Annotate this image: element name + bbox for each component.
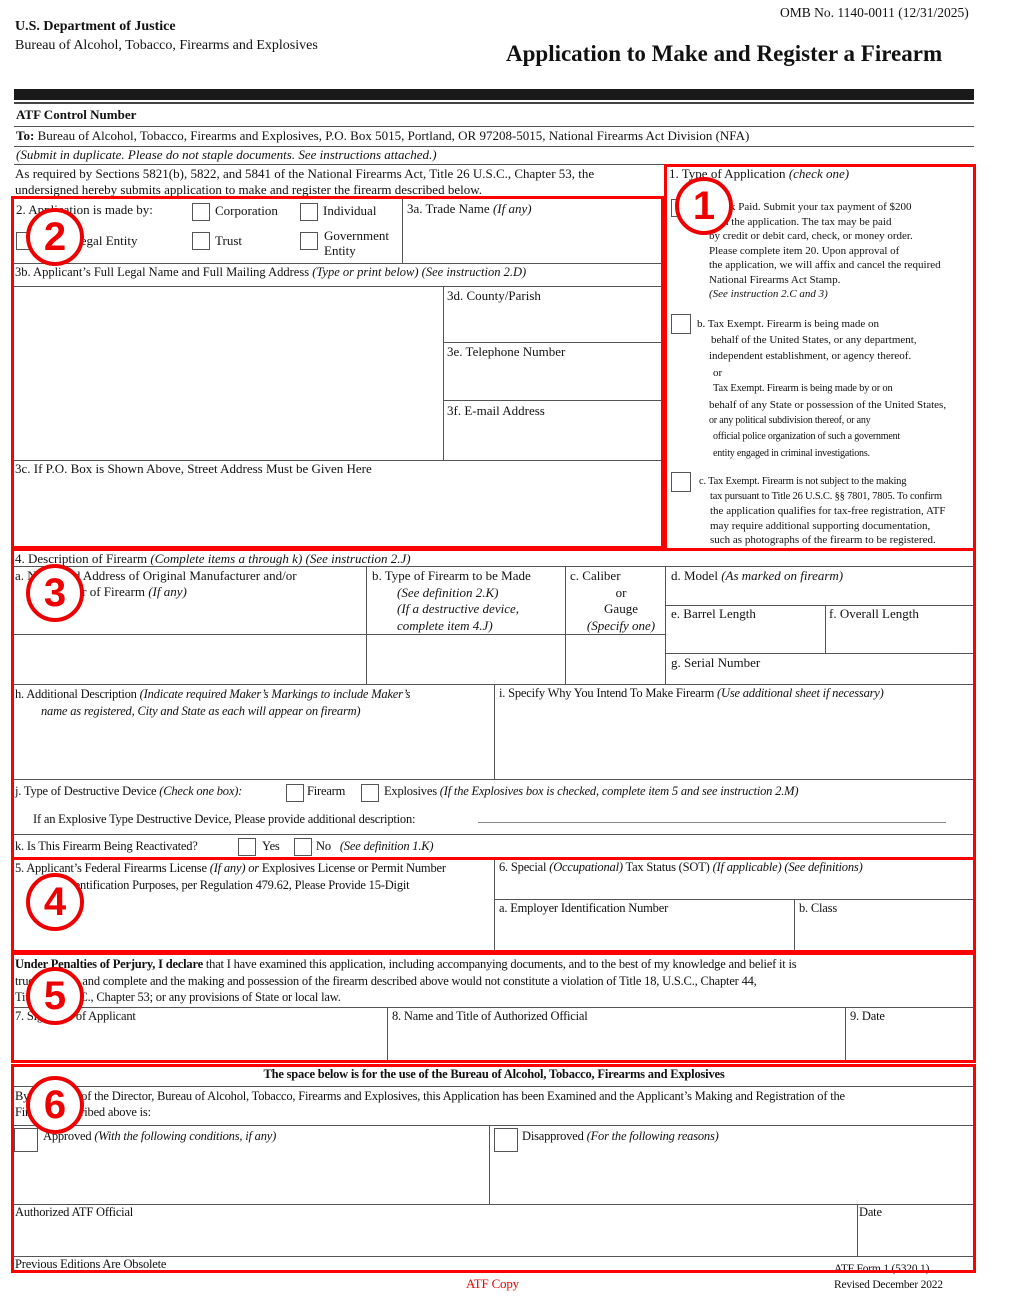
full-name-address-label: 3b. Applicant’s Full Legal Name and Full… bbox=[15, 265, 527, 279]
county-parish-label: 3d. County/Parish bbox=[447, 288, 541, 303]
overall-length-label: f. Overall Length bbox=[829, 606, 919, 621]
annotation-badge-5: 5 bbox=[26, 967, 84, 1025]
authorized-official-label: Authorized ATF Official bbox=[15, 1205, 134, 1219]
reactivated-no-checkbox[interactable] bbox=[294, 838, 312, 856]
firearm-type-input[interactable] bbox=[369, 637, 563, 682]
email-label: 3f. E-mail Address bbox=[447, 403, 545, 418]
tax-exempt-not-subject-checkbox[interactable] bbox=[671, 472, 691, 492]
government-entity-checkbox[interactable] bbox=[300, 232, 318, 250]
required-line-2: undersigned hereby submits application t… bbox=[15, 182, 483, 197]
submit-note: (Submit in duplicate. Please do not stap… bbox=[16, 147, 437, 162]
trust-label: Trust bbox=[215, 233, 242, 248]
model-input[interactable] bbox=[668, 585, 970, 603]
obsolete-note: Previous Editions Are Obsolete bbox=[15, 1257, 167, 1271]
date-input[interactable] bbox=[848, 1026, 972, 1060]
annotation-badge-4: 4 bbox=[26, 873, 84, 931]
full-name-address-input[interactable] bbox=[16, 290, 440, 455]
explosive-description-label: If an Explosive Type Destructive Device,… bbox=[33, 812, 416, 826]
explosive-description-input[interactable] bbox=[478, 822, 946, 823]
email-input[interactable] bbox=[446, 420, 660, 458]
perjury-statement: Under Penalties of Perjury, I declare th… bbox=[15, 957, 797, 1004]
atf-use-header: The space below is for the use of the Bu… bbox=[263, 1067, 725, 1081]
ein-label: a. Employer Identification Number bbox=[499, 901, 669, 915]
telephone-label: 3e. Telephone Number bbox=[447, 344, 566, 359]
atf-date-label: Date bbox=[859, 1205, 882, 1219]
county-parish-input[interactable] bbox=[446, 306, 660, 340]
reactivated-label: k. Is This Firearm Being Reactivated? bbox=[15, 839, 198, 853]
tax-paid-text: a. Tax Paid. Submit your tax payment of … bbox=[709, 201, 941, 300]
license-input[interactable] bbox=[16, 896, 492, 946]
destructive-explosives-checkbox[interactable] bbox=[361, 784, 379, 802]
destructive-device-label: j. Type of Destructive Device (Check one… bbox=[15, 784, 243, 798]
to-text: Bureau of Alcohol, Tobacco, Firearms and… bbox=[37, 128, 750, 143]
tax-exempt-us-text: b. Tax Exempt. Firearm is being made on … bbox=[697, 318, 947, 459]
reactivated-no-label: No (See definition 1.K) bbox=[316, 839, 434, 853]
street-address-input[interactable] bbox=[16, 478, 660, 546]
trust-checkbox[interactable] bbox=[192, 232, 210, 250]
street-address-label: 3c. If P.O. Box is Shown Above, Street A… bbox=[15, 461, 372, 476]
reactivated-yes-checkbox[interactable] bbox=[238, 838, 256, 856]
atf-copy-label: ATF Copy bbox=[466, 1276, 519, 1291]
tax-exempt-us-checkbox[interactable] bbox=[671, 314, 691, 334]
annotation-badge-1: 1 bbox=[675, 177, 733, 235]
atf-authority-text: By Authority of the Director, Bureau of … bbox=[15, 1089, 845, 1119]
corporation-checkbox[interactable] bbox=[192, 203, 210, 221]
reason-label: i. Specify Why You Intend To Make Firear… bbox=[499, 686, 884, 700]
reactivated-yes-label: Yes bbox=[262, 839, 280, 853]
disapproved-label: Disapproved (For the following reasons) bbox=[522, 1129, 719, 1143]
class-label: b. Class bbox=[799, 901, 837, 915]
annotation-badge-6: 6 bbox=[26, 1076, 84, 1134]
individual-label: Individual bbox=[323, 203, 377, 218]
barrel-length-label: e. Barrel Length bbox=[671, 606, 756, 621]
serial-number-input[interactable] bbox=[760, 656, 970, 682]
additional-description-input[interactable] bbox=[16, 722, 492, 776]
class-input[interactable] bbox=[797, 918, 971, 948]
approved-checkbox[interactable] bbox=[14, 1128, 38, 1152]
caliber-gauge-label: c. Caliber or Gauge (Specify one) bbox=[570, 568, 656, 633]
barrel-length-input[interactable] bbox=[668, 624, 823, 652]
department-name: U.S. Department of Justice bbox=[15, 19, 176, 34]
form-title: Application to Make and Register a Firea… bbox=[506, 41, 943, 66]
trade-name-input[interactable] bbox=[404, 220, 660, 260]
date-label: 9. Date bbox=[850, 1009, 885, 1023]
required-line-1: As required by Sections 5821(b), 5822, a… bbox=[15, 166, 595, 181]
sot-label: 6. Special (Occupational) Tax Status (SO… bbox=[499, 860, 863, 874]
annotation-badge-2: 2 bbox=[26, 208, 84, 266]
ein-input[interactable] bbox=[497, 918, 792, 948]
trade-name-label: 3a. Trade Name (If any) bbox=[407, 201, 532, 216]
serial-number-label: g. Serial Number bbox=[671, 655, 761, 670]
approved-label: Approved (With the following conditions,… bbox=[43, 1129, 277, 1143]
header-bar bbox=[14, 89, 974, 100]
official-name-label: 8. Name and Title of Authorized Official bbox=[392, 1009, 588, 1023]
bureau-name: Bureau of Alcohol, Tobacco, Firearms and… bbox=[15, 38, 318, 53]
overall-length-input[interactable] bbox=[828, 624, 970, 652]
revised-date: Revised December 2022 bbox=[834, 1279, 943, 1291]
annotation-badge-3: 3 bbox=[26, 564, 84, 622]
omb-number: OMB No. 1140-0011 (12/31/2025) bbox=[780, 5, 969, 20]
government-entity-label: Government Entity bbox=[324, 228, 389, 258]
manufacturer-input[interactable] bbox=[16, 637, 364, 682]
disapproved-checkbox[interactable] bbox=[494, 1128, 518, 1152]
header-rule bbox=[14, 102, 974, 104]
form-number: ATF Form 1 (5320.1) bbox=[834, 1263, 930, 1275]
signature-input[interactable] bbox=[16, 1026, 384, 1060]
reason-input[interactable] bbox=[497, 705, 971, 777]
caliber-gauge-input[interactable] bbox=[568, 637, 663, 682]
firearm-type-label: b. Type of Firearm to be Made (See defini… bbox=[372, 568, 531, 633]
additional-description-label: h. Additional Description (Indicate requ… bbox=[15, 687, 411, 718]
destructive-explosives-label: Explosives (If the Explosives box is che… bbox=[384, 784, 799, 798]
item4-label: 4. Description of Firearm (Complete item… bbox=[15, 551, 411, 566]
destructive-firearm-label: Firearm bbox=[307, 784, 346, 798]
to-address: To: Bureau of Alcohol, Tobacco, Firearms… bbox=[16, 128, 749, 144]
individual-checkbox[interactable] bbox=[300, 203, 318, 221]
corporation-label: Corporation bbox=[215, 203, 278, 218]
atf-control-number-label: ATF Control Number bbox=[16, 107, 137, 122]
model-label: d. Model (As marked on firearm) bbox=[671, 568, 844, 583]
destructive-firearm-checkbox[interactable] bbox=[286, 784, 304, 802]
tax-exempt-not-subject-text: c. Tax Exempt. Firearm is not subject to… bbox=[699, 476, 946, 546]
official-name-input[interactable] bbox=[390, 1026, 842, 1060]
telephone-input[interactable] bbox=[446, 362, 660, 398]
to-label: To: bbox=[16, 128, 35, 143]
